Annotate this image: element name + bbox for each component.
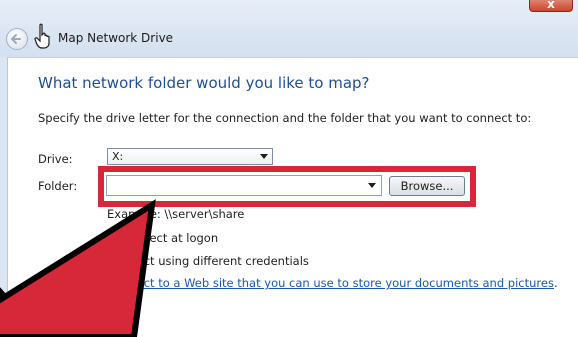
page-heading: What network folder would you like to ma… xyxy=(38,74,370,92)
dialog-title: Map Network Drive xyxy=(58,31,174,45)
browse-button[interactable]: Browse... xyxy=(389,176,465,196)
drive-value: X: xyxy=(112,150,124,163)
chevron-down-icon xyxy=(260,154,268,159)
folder-label: Folder: xyxy=(38,179,78,193)
link-suffix: . xyxy=(553,276,558,290)
web-storage-link-text[interactable]: Connect to a Web site that you can use t… xyxy=(107,276,554,290)
drive-label: Drive: xyxy=(38,152,73,166)
credentials-checkbox-label[interactable]: Connect using different credentials xyxy=(107,254,309,268)
reconnect-checkbox-label[interactable]: Reconnect at logon xyxy=(107,231,218,245)
back-button[interactable] xyxy=(6,28,28,50)
folder-input[interactable] xyxy=(106,175,382,196)
title-bar: x Map Network Drive xyxy=(0,0,578,57)
folder-dropdown-icon[interactable] xyxy=(368,183,376,188)
close-icon: x xyxy=(547,0,555,11)
web-storage-link[interactable]: Connect to a Web site that you can use t… xyxy=(107,276,558,290)
example-text: Example: \\server\share xyxy=(107,207,245,221)
drive-select[interactable]: X: xyxy=(107,148,273,165)
hand-pointer-icon xyxy=(34,23,50,49)
back-arrow-icon xyxy=(10,34,21,44)
close-button[interactable]: x xyxy=(529,0,573,12)
instruction-text: Specify the drive letter for the connect… xyxy=(38,111,532,125)
